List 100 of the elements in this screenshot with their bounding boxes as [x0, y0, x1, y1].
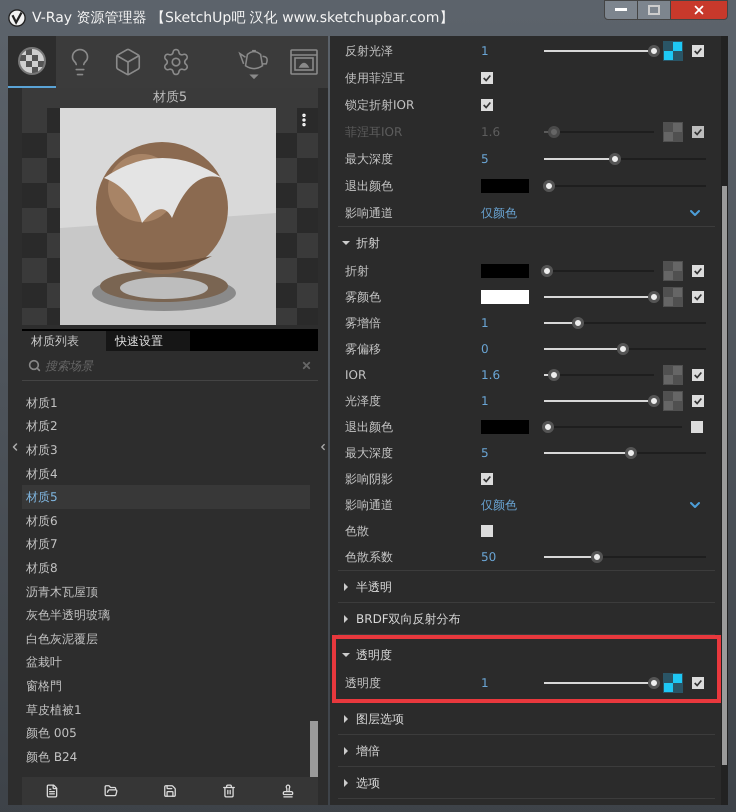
- dropdown[interactable]: 仅颜色: [481, 204, 703, 222]
- color-swatch[interactable]: [481, 290, 529, 304]
- slider-thumb[interactable]: [648, 44, 660, 56]
- property-label: 色散系数: [345, 549, 394, 566]
- value-text: 1.6: [481, 367, 500, 384]
- property-label: 色散: [345, 523, 370, 540]
- color-swatch[interactable]: [481, 420, 529, 434]
- property-label: 退出颜色: [345, 178, 394, 194]
- checkbox[interactable]: [692, 677, 704, 689]
- checkbox[interactable]: [481, 473, 493, 485]
- caret-right-icon: [342, 714, 350, 722]
- material-item[interactable]: 材质3: [22, 438, 310, 462]
- texture-slot[interactable]: [663, 673, 683, 693]
- value-text: 1: [481, 675, 489, 692]
- dropdown[interactable]: 仅颜色: [481, 496, 703, 514]
- material-item[interactable]: 材质8: [22, 556, 310, 580]
- tab[interactable]: 快速设置: [106, 331, 190, 351]
- checker-sphere-icon: [17, 46, 47, 76]
- property-label: 影响通道: [345, 497, 394, 514]
- checkbox[interactable]: [692, 369, 704, 381]
- texture-slot[interactable]: [663, 40, 683, 60]
- property-label: 影响阴影: [345, 471, 394, 488]
- trash-icon[interactable]: [222, 784, 236, 798]
- slider-thumb[interactable]: [542, 421, 554, 433]
- caret-down-icon: [342, 650, 350, 658]
- checkbox[interactable]: [481, 98, 493, 110]
- checkbox[interactable]: [691, 421, 703, 433]
- toolbar-tab[interactable]: [8, 36, 56, 88]
- caret-right-icon: [342, 582, 350, 590]
- clear-icon[interactable]: [301, 360, 312, 371]
- material-item[interactable]: 材质4: [22, 462, 310, 486]
- material-item[interactable]: 材质2: [22, 414, 310, 438]
- save-icon[interactable]: [162, 784, 177, 798]
- slider-thumb[interactable]: [548, 369, 560, 381]
- slider-thumb[interactable]: [648, 395, 660, 407]
- material-item[interactable]: 材质7: [22, 532, 310, 556]
- material-item[interactable]: 白色灰泥覆层: [22, 626, 310, 651]
- vray-logo-icon: [8, 9, 26, 27]
- slider-thumb[interactable]: [542, 180, 555, 192]
- material-item[interactable]: 沥青木瓦屋顶: [22, 580, 310, 604]
- checkbox[interactable]: [692, 265, 704, 277]
- material-item[interactable]: 窗格門: [22, 674, 310, 698]
- slider-thumb[interactable]: [648, 291, 660, 303]
- cube-icon: [113, 47, 143, 77]
- section-header[interactable]: 增倍: [338, 735, 715, 766]
- new-file-icon[interactable]: [44, 784, 59, 798]
- slider-thumb[interactable]: [591, 551, 604, 563]
- checkbox[interactable]: [692, 291, 704, 303]
- material-item[interactable]: 材质6: [22, 508, 310, 533]
- minimize-icon: [615, 8, 627, 12]
- material-item[interactable]: 颜色 B24: [22, 744, 310, 768]
- checkbox[interactable]: [692, 44, 704, 56]
- section-header[interactable]: BRDF双向反射分布: [338, 603, 715, 634]
- property-label: 影响通道: [345, 204, 394, 222]
- maximize-button[interactable]: [638, 0, 670, 20]
- close-icon: [692, 3, 706, 17]
- caret-right-icon: [342, 746, 350, 754]
- material-item[interactable]: 材质1: [22, 391, 310, 415]
- scrollbar-thumb[interactable]: [722, 186, 727, 765]
- color-swatch[interactable]: [481, 264, 529, 278]
- caret-right-icon: [342, 778, 350, 786]
- section-header[interactable]: 选项: [338, 767, 715, 798]
- property-label: IOR: [345, 367, 368, 384]
- value-text: 1: [481, 315, 489, 332]
- slider-thumb[interactable]: [625, 447, 638, 459]
- tab[interactable]: 材质列表: [22, 331, 106, 351]
- caret-right-icon: [342, 614, 350, 622]
- search-field[interactable]: 搜索场景: [45, 356, 297, 374]
- value-text: 1: [481, 393, 489, 410]
- slider-thumb[interactable]: [617, 343, 630, 355]
- settings-icon: [161, 47, 191, 77]
- minimize-button[interactable]: [604, 0, 638, 20]
- preview-title: 材质5: [22, 88, 318, 108]
- checkbox[interactable]: [481, 72, 493, 84]
- open-folder-icon[interactable]: [104, 784, 118, 798]
- material-item[interactable]: 材质5: [22, 485, 310, 509]
- property-label: 最大深度: [345, 150, 394, 168]
- value-text: 50: [481, 549, 496, 566]
- slider-thumb[interactable]: [572, 317, 584, 329]
- property-label: 锁定折射IOR: [345, 96, 416, 114]
- section-header[interactable]: 图层选项: [338, 703, 715, 734]
- slider-thumb[interactable]: [541, 265, 554, 277]
- section-header[interactable]: 半透明: [338, 571, 715, 602]
- scrollbar-thumb[interactable]: [310, 721, 318, 777]
- property-label: 使用菲涅耳: [345, 70, 406, 86]
- stamp-icon[interactable]: [281, 784, 296, 798]
- checkbox[interactable]: [692, 395, 704, 407]
- material-item[interactable]: 草皮植被1: [22, 698, 310, 722]
- slider-thumb[interactable]: [609, 152, 622, 164]
- property-label: 雾增倍: [345, 315, 382, 332]
- color-swatch[interactable]: [481, 178, 529, 192]
- material-item[interactable]: 盆栽叶: [22, 650, 310, 674]
- section-header[interactable]: 折射: [338, 227, 715, 258]
- material-item[interactable]: 灰色半透明玻璃: [22, 603, 310, 627]
- checkbox[interactable]: [481, 525, 493, 537]
- section-header[interactable]: 透明度: [338, 639, 715, 670]
- material-item[interactable]: 颜色 005: [22, 721, 310, 745]
- value-text: 5: [481, 150, 489, 168]
- close-button[interactable]: [670, 0, 728, 20]
- slider-thumb[interactable]: [648, 677, 660, 689]
